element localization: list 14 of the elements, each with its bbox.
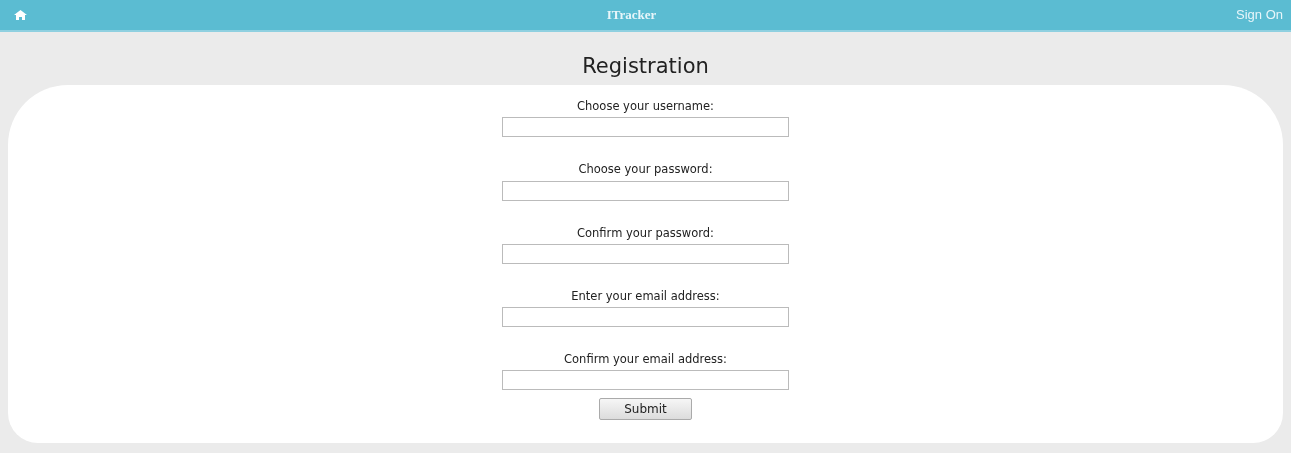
page-title: Registration [581,53,710,80]
field-label: Enter your email address: [571,287,720,305]
field-label: Confirm your password: [577,224,714,242]
input-field[interactable] [502,370,789,391]
input-field[interactable] [502,307,789,328]
input-field[interactable] [502,117,789,138]
input-field[interactable] [502,180,789,201]
field-label: Choose your username: [577,98,714,116]
app-title: ITracker [606,6,657,25]
home-icon[interactable] [14,10,27,20]
input-field[interactable] [502,243,789,264]
submit-button[interactable]: Submit [599,398,692,421]
field-label: Choose your password: [578,161,713,179]
field-label: Confirm your email address: [564,351,727,369]
